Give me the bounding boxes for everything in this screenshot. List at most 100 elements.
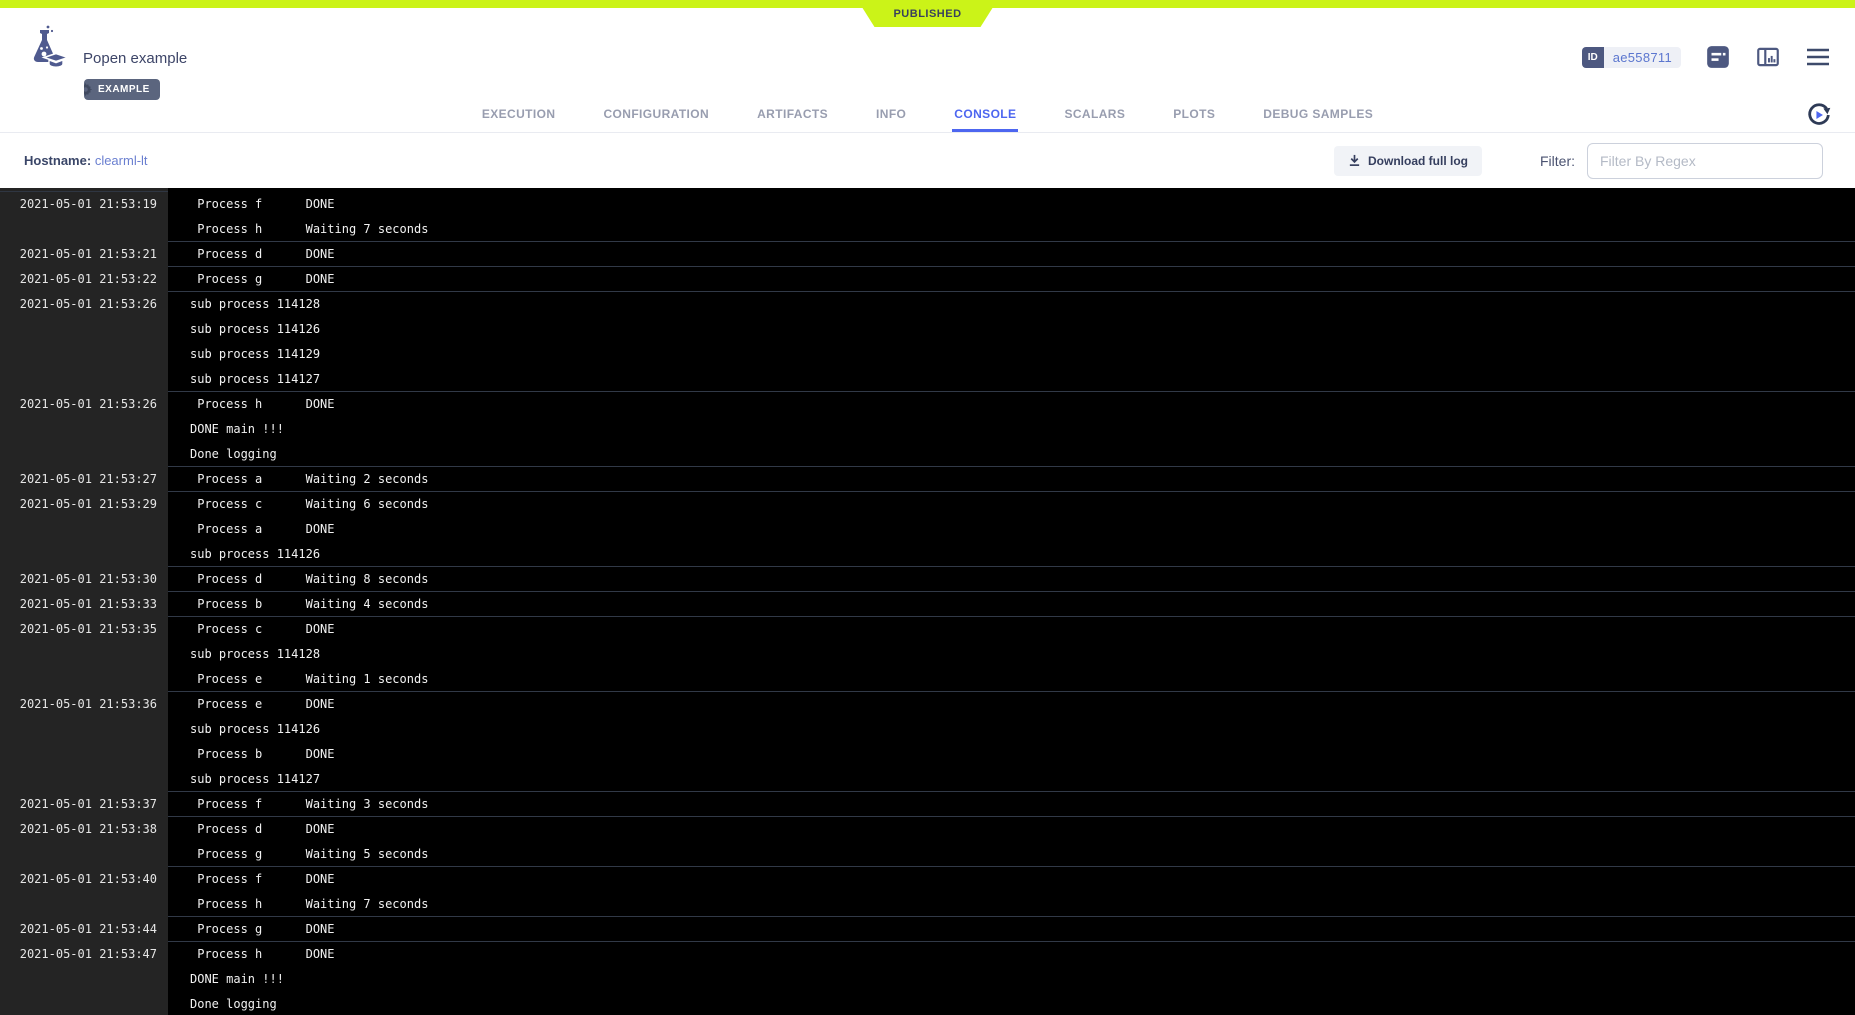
log-entry: 2021-05-01 21:53:33 Process b Waiting 4 … — [0, 592, 1855, 617]
console-log[interactable]: 2021-05-01 21:53:19 Process f DONE Proce… — [0, 188, 1855, 1015]
log-line: Process h Waiting 7 seconds — [190, 892, 1855, 917]
auto-refresh-icon[interactable] — [1805, 101, 1833, 129]
log-entry-lines: Process g DONE — [168, 917, 1855, 942]
experiment-id-group: ID ae558711 — [1582, 47, 1681, 68]
log-entry: 2021-05-01 21:53:27 Process a Waiting 2 … — [0, 467, 1855, 492]
log-line: sub process 114126 — [190, 717, 1855, 742]
log-timestamp: 2021-05-01 21:53:35 — [0, 617, 168, 692]
log-line: Done logging — [190, 992, 1855, 1015]
log-line: Process f Waiting 3 seconds — [190, 792, 1855, 817]
log-entry: 2021-05-01 21:53:22 Process g DONE — [0, 267, 1855, 292]
log-entry-lines: Process d DONE — [168, 242, 1855, 267]
log-timestamp: 2021-05-01 21:53:38 — [0, 817, 168, 867]
log-line: Process d DONE — [190, 242, 1855, 267]
log-line: Process g DONE — [190, 267, 1855, 292]
tab-debug-samples[interactable]: DEBUG SAMPLES — [1261, 97, 1375, 132]
log-timestamp: 2021-05-01 21:53:33 — [0, 592, 168, 617]
log-entry-lines: Process h DONEDONE main !!!Done logging — [168, 942, 1855, 1015]
log-line: Done logging — [190, 442, 1855, 467]
log-entry-lines: Process h DONEDONE main !!!Done logging — [168, 392, 1855, 467]
log-line: sub process 114128 — [190, 292, 1855, 317]
id-chip: ID — [1582, 47, 1604, 68]
log-line: Process h DONE — [190, 942, 1855, 967]
log-line: Process b Waiting 4 seconds — [190, 592, 1855, 617]
log-timestamp: 2021-05-01 21:53:40 — [0, 867, 168, 917]
log-line: Process g DONE — [190, 917, 1855, 942]
log-entry-lines: Process g DONE — [168, 267, 1855, 292]
log-entry: 2021-05-01 21:53:40 Process f DONE Proce… — [0, 867, 1855, 917]
tab-info[interactable]: INFO — [874, 97, 908, 132]
console-toolbar: Hostname: clearml-lt Download full log F… — [0, 133, 1855, 188]
status-ribbon-label: PUBLISHED — [893, 8, 961, 20]
log-timestamp: 2021-05-01 21:53:29 — [0, 492, 168, 567]
log-line: Process b DONE — [190, 742, 1855, 767]
log-line: sub process 114128 — [190, 642, 1855, 667]
download-full-log-button[interactable]: Download full log — [1334, 146, 1482, 176]
log-entry: 2021-05-01 21:53:26sub process 114128sub… — [0, 292, 1855, 392]
log-entry-lines: Process f Waiting 3 seconds — [168, 792, 1855, 817]
log-line: Process d DONE — [190, 817, 1855, 842]
log-line: Process c DONE — [190, 617, 1855, 642]
tab-configuration[interactable]: CONFIGURATION — [601, 97, 711, 132]
log-timestamp: 2021-05-01 21:53:27 — [0, 467, 168, 492]
log-line: sub process 114126 — [190, 317, 1855, 342]
log-entry: 2021-05-01 21:53:47 Process h DONEDONE m… — [0, 942, 1855, 1015]
page-title: Popen example — [83, 50, 187, 67]
panel-chart-icon[interactable] — [1755, 44, 1781, 70]
tab-execution[interactable]: EXECUTION — [480, 97, 558, 132]
download-button-label: Download full log — [1368, 154, 1468, 168]
log-entry-lines: Process d DONE Process g Waiting 5 secon… — [168, 817, 1855, 867]
log-entry: 2021-05-01 21:53:37 Process f Waiting 3 … — [0, 792, 1855, 817]
download-icon — [1348, 154, 1361, 167]
log-timestamp: 2021-05-01 21:53:19 — [0, 192, 168, 242]
experiment-id-value[interactable]: ae558711 — [1604, 47, 1681, 68]
tab-artifacts[interactable]: ARTIFACTS — [755, 97, 830, 132]
hostname: Hostname: clearml-lt — [24, 153, 148, 168]
log-line: Process f DONE — [190, 192, 1855, 217]
tab-scalars[interactable]: SCALARS — [1062, 97, 1127, 132]
log-entry-lines: Process b Waiting 4 seconds — [168, 592, 1855, 617]
log-timestamp: 2021-05-01 21:53:21 — [0, 242, 168, 267]
log-timestamp: 2021-05-01 21:53:37 — [0, 792, 168, 817]
tab-plots[interactable]: PLOTS — [1171, 97, 1217, 132]
log-entry-lines: Process c Waiting 6 seconds Process a DO… — [168, 492, 1855, 567]
log-entry: 2021-05-01 21:53:38 Process d DONE Proce… — [0, 817, 1855, 867]
log-timestamp: 2021-05-01 21:53:26 — [0, 392, 168, 467]
log-line: Process h DONE — [190, 392, 1855, 417]
log-line: sub process 114127 — [190, 367, 1855, 392]
log-entry-lines: Process a Waiting 2 seconds — [168, 467, 1855, 492]
log-timestamp: 2021-05-01 21:53:30 — [0, 567, 168, 592]
log-entry-lines: Process e DONEsub process 114126 Process… — [168, 692, 1855, 792]
example-tag-label: EXAMPLE — [98, 84, 150, 95]
log-timestamp: 2021-05-01 21:53:26 — [0, 292, 168, 392]
log-entry: 2021-05-01 21:53:21 Process d DONE — [0, 242, 1855, 267]
status-ribbon-published: PUBLISHED — [858, 0, 998, 27]
log-line: Process f DONE — [190, 867, 1855, 892]
log-line: Process e Waiting 1 seconds — [190, 667, 1855, 692]
filter-regex-input[interactable] — [1587, 143, 1823, 179]
hamburger-menu-icon[interactable] — [1805, 46, 1831, 68]
log-entry: 2021-05-01 21:53:30 Process d Waiting 8 … — [0, 567, 1855, 592]
log-entry-lines: sub process 114128sub process 114126 sub … — [168, 292, 1855, 392]
log-timestamp: 2021-05-01 21:53:22 — [0, 267, 168, 292]
log-timestamp: 2021-05-01 21:53:44 — [0, 917, 168, 942]
tab-bar: EXECUTION CONFIGURATION ARTIFACTS INFO CONSO… — [0, 97, 1855, 133]
gear-icon — [84, 82, 93, 97]
filter-label: Filter: — [1540, 153, 1575, 169]
hostname-label: Hostname: — [24, 153, 91, 168]
log-line: sub process 114126 — [190, 542, 1855, 567]
log-line: Process e DONE — [190, 692, 1855, 717]
log-entry: 2021-05-01 21:53:19 Process f DONE Proce… — [0, 192, 1855, 242]
hostname-value: clearml-lt — [95, 153, 148, 168]
log-entry: 2021-05-01 21:53:26 Process h DONEDONE m… — [0, 392, 1855, 467]
log-entry: 2021-05-01 21:53:29 Process c Waiting 6 … — [0, 492, 1855, 567]
log-entry: 2021-05-01 21:53:44 Process g DONE — [0, 917, 1855, 942]
log-line: Process h Waiting 7 seconds — [190, 217, 1855, 242]
tab-console[interactable]: CONSOLE — [952, 97, 1018, 132]
log-line: Process a Waiting 2 seconds — [190, 467, 1855, 492]
log-entry-lines: Process f DONE Process h Waiting 7 secon… — [168, 867, 1855, 917]
log-entry: 2021-05-01 21:53:35 Process c DONEsub pr… — [0, 617, 1855, 692]
log-line: Process a DONE — [190, 517, 1855, 542]
details-icon[interactable] — [1705, 44, 1731, 70]
log-line: DONE main !!! — [190, 417, 1855, 442]
